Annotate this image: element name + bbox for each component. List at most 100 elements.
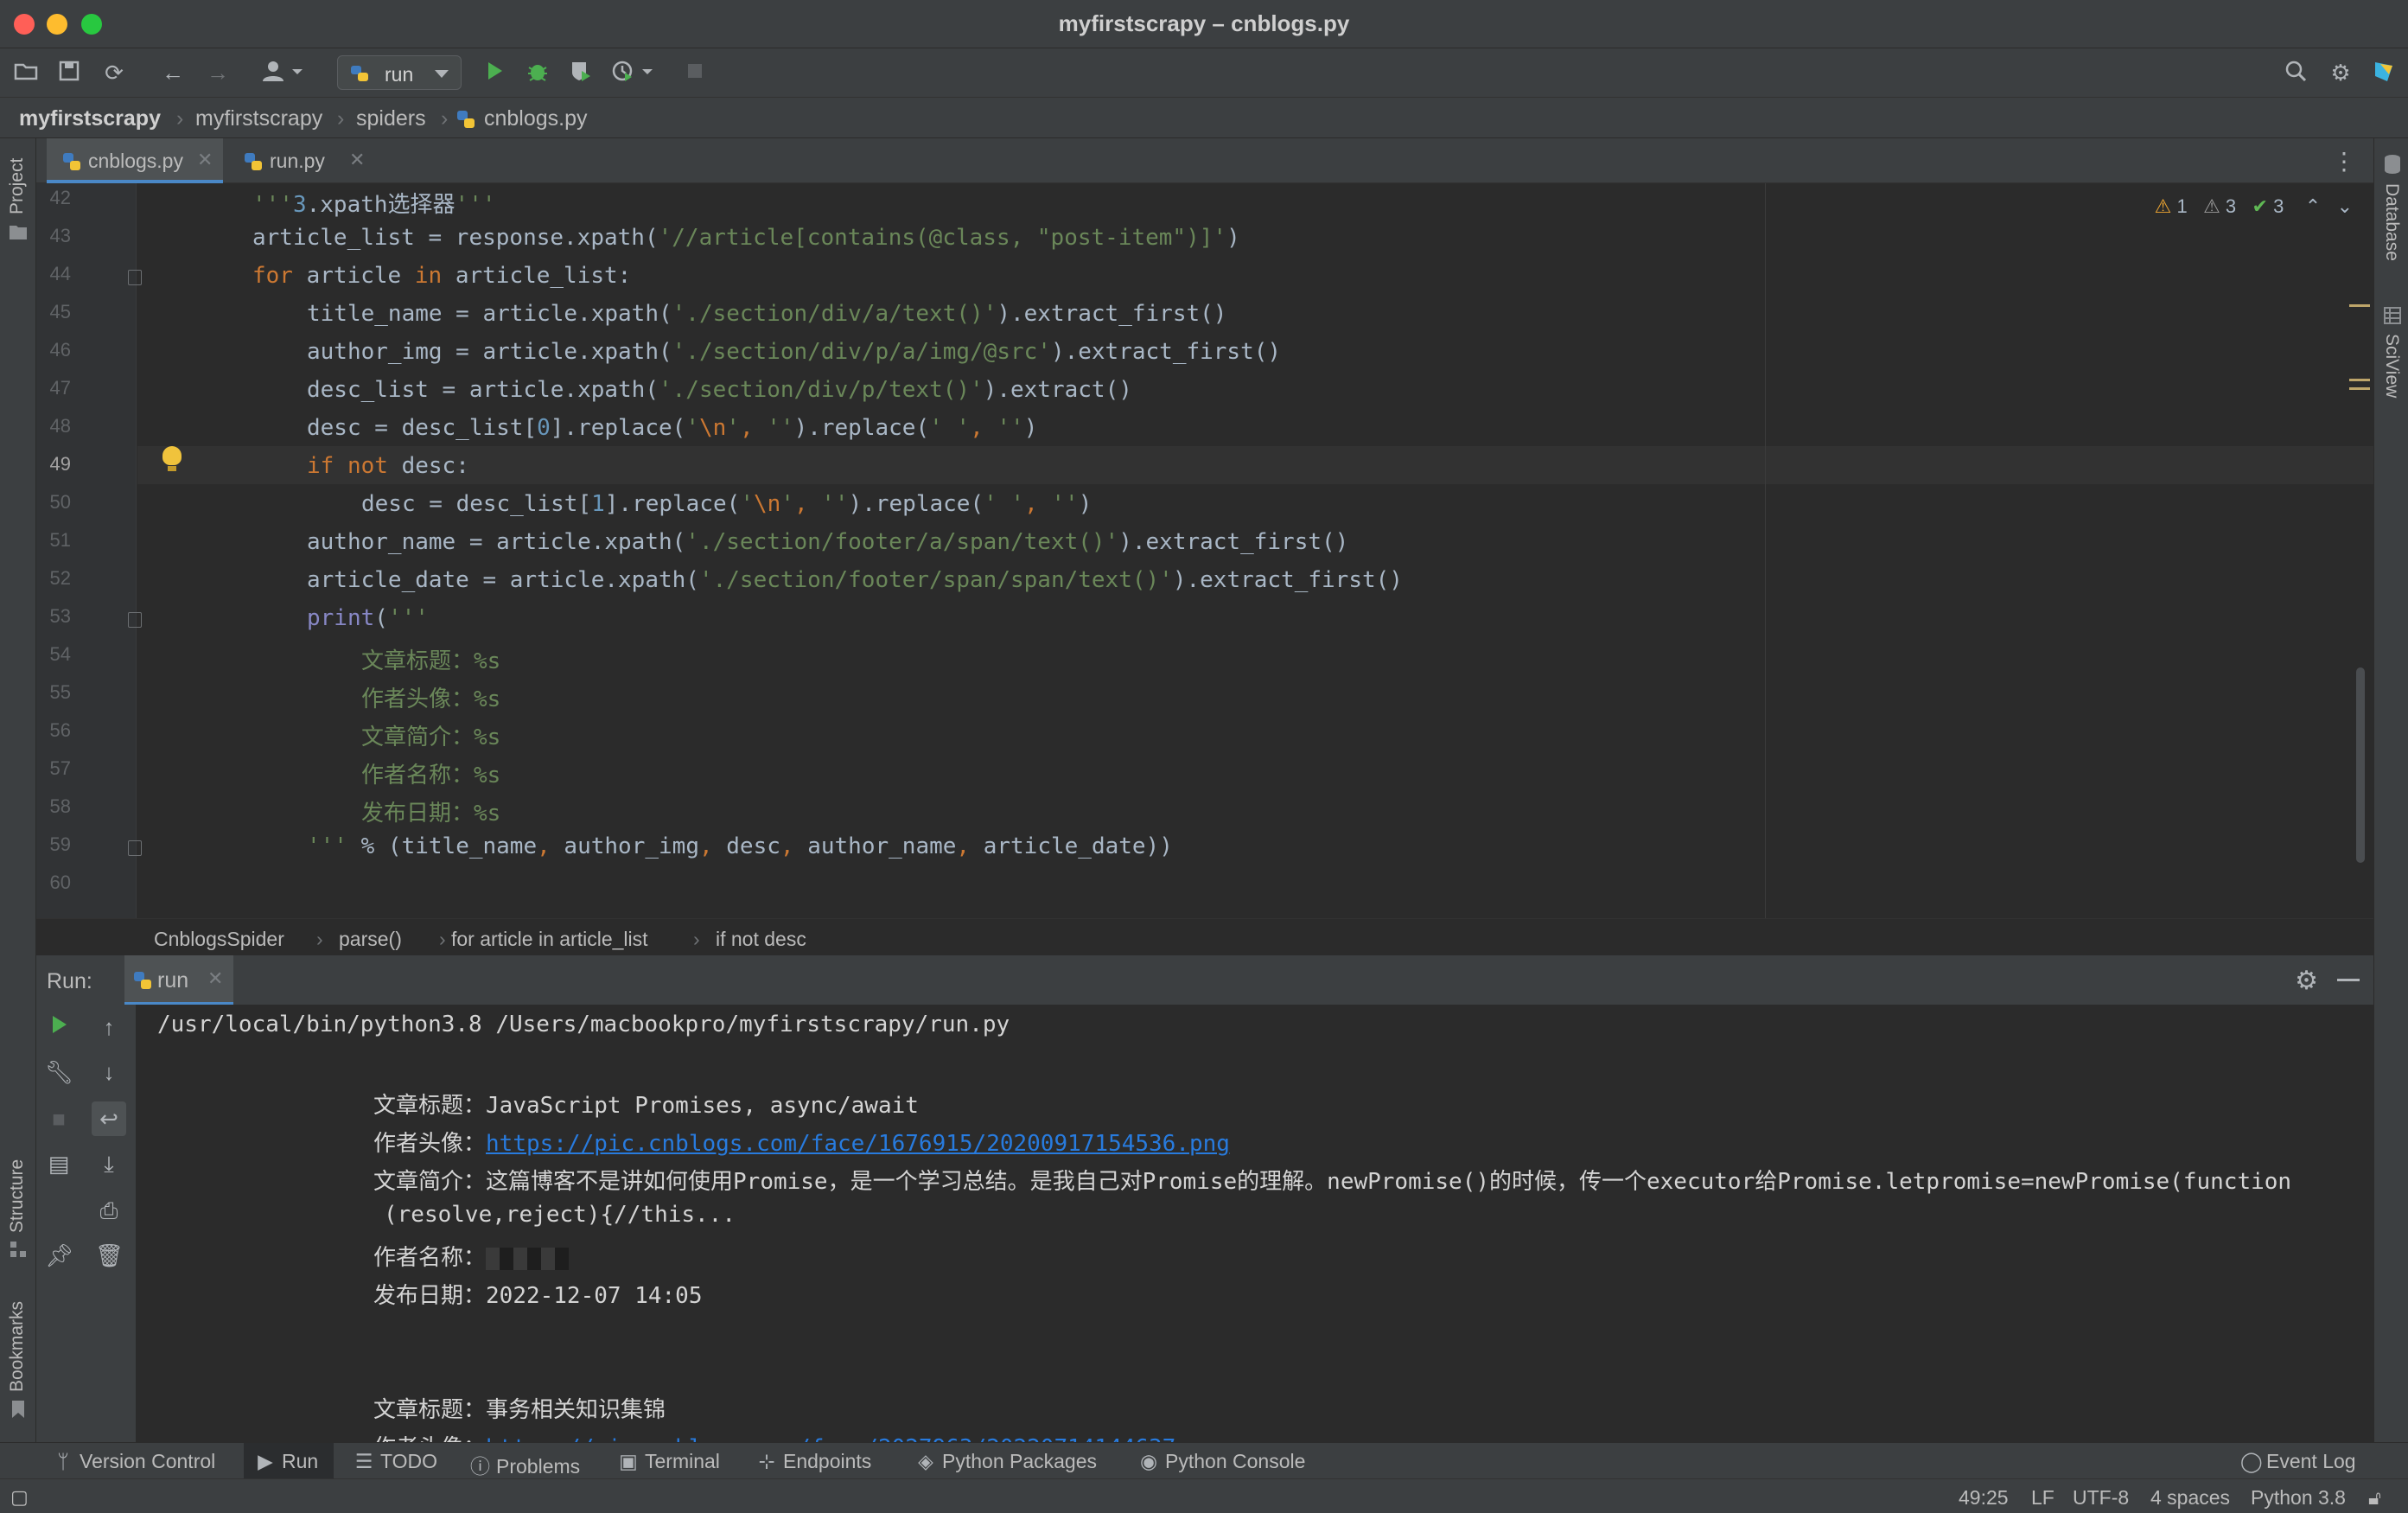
lock-icon[interactable]: 🔓︎ [2368, 1486, 2381, 1510]
wrench-icon[interactable]: 🔧︎ [45, 1058, 73, 1086]
forward-arrow-icon[interactable]: → [204, 59, 232, 86]
run-tool-button[interactable]: ▶ Run [244, 1443, 334, 1479]
close-tab-icon[interactable]: ✕ [197, 149, 213, 171]
hide-panel-icon[interactable] [2337, 979, 2360, 981]
avatar-link[interactable]: https://pic.cnblogs.com/face/2027963/202… [486, 1435, 1230, 1442]
tab-run-py[interactable]: run.py ✕ [228, 138, 392, 183]
previous-highlight-icon[interactable]: ⌃ [2305, 195, 2321, 217]
endpoints-button[interactable]: ⊹ Endpoints [757, 1450, 871, 1473]
profile-icon[interactable] [610, 59, 659, 86]
fold-marker-icon[interactable] [128, 612, 142, 628]
caret-position[interactable]: 49:25 [1959, 1486, 2009, 1510]
python-interpreter[interactable]: Python 3.8 [2251, 1486, 2346, 1510]
code-line: 文章简介：%s [361, 725, 501, 750]
up-arrow-icon[interactable]: ↑ [95, 1013, 123, 1041]
down-arrow-icon[interactable]: ↓ [95, 1058, 123, 1086]
code-line: 作者头像：%s [361, 686, 501, 712]
run-panel-label: Run: [47, 969, 92, 993]
vcs-user-icon[interactable] [259, 59, 309, 86]
back-arrow-icon[interactable]: ← [159, 59, 187, 86]
breadcrumb-project[interactable]: myfirstscrapy [19, 106, 161, 131]
layout-icon[interactable]: ▤ [45, 1150, 73, 1178]
rerun-icon[interactable] [45, 1013, 73, 1041]
status-bar: ▢ 49:25 LF UTF-8 4 spaces Python 3.8 🔓︎ [0, 1478, 2408, 1513]
tool-label: Endpoints [783, 1450, 872, 1472]
crumb-for[interactable]: for article in article_list [451, 928, 648, 951]
synchronize-icon[interactable]: ⟳ [100, 59, 128, 86]
avatar-link[interactable]: https://pic.cnblogs.com/face/1676915/202… [486, 1131, 1230, 1157]
more-options-icon[interactable]: ⋮ [2332, 147, 2356, 176]
console-label: 文章标题： [373, 1093, 487, 1119]
pin-tab-icon[interactable]: 📌︎ [45, 1242, 73, 1269]
code-line: article_list = response.xpath('//article… [252, 225, 1240, 251]
close-tab-icon[interactable]: ✕ [207, 967, 223, 990]
debug-icon[interactable] [524, 59, 551, 86]
fold-marker-icon[interactable] [128, 270, 142, 285]
console-line: 文章简介：这篇博客不是讲如何使用Promise，是一个学习总结。是我自己对Pro… [373, 1164, 2291, 1196]
run-tab[interactable]: run ✕ [124, 955, 233, 1005]
next-highlight-icon[interactable]: ⌄ [2337, 195, 2353, 217]
main-toolbar: ⟳ ← → run ⚙ [0, 48, 2408, 97]
breadcrumb-file[interactable]: cnblogs.py [484, 106, 588, 131]
line-number: 56 [49, 719, 71, 741]
code-editor[interactable]: 42 43 44 45 46 47 48 49 50 51 52 53 54 5… [36, 183, 2373, 918]
database-tool-button[interactable]: Database [2381, 183, 2402, 261]
tool-window-bar: ᛘ Version Control ▶ Run ☰ TODO ⓘ Problems ▣ T… [0, 1442, 2408, 1479]
line-number: 51 [49, 529, 71, 551]
structure-icon [10, 1242, 26, 1257]
crumb-method[interactable]: parse() [339, 928, 402, 951]
run-configuration-select[interactable]: run [337, 55, 462, 90]
line-number: 58 [49, 795, 71, 817]
open-folder-icon[interactable] [12, 59, 40, 86]
crumb-class[interactable]: CnblogsSpider [154, 928, 284, 951]
intention-lightbulb-icon[interactable] [162, 446, 182, 465]
sciview-tool-button[interactable]: SciView [2381, 334, 2402, 398]
error-stripe-mark[interactable] [2349, 304, 2370, 307]
indent-setting[interactable]: 4 spaces [2150, 1486, 2230, 1510]
line-number: 45 [49, 301, 71, 322]
terminal-button[interactable]: ▣ Terminal [619, 1450, 720, 1473]
code-line: 发布日期：%s [361, 801, 501, 827]
problems-button[interactable]: ⓘ Problems [470, 1450, 580, 1479]
soft-wrap-icon[interactable]: ↩ [92, 1101, 126, 1136]
search-icon[interactable] [2282, 59, 2309, 86]
console-output[interactable]: /usr/local/bin/python3.8 /Users/macbookp… [137, 1005, 2373, 1442]
tab-cnblogs-py[interactable]: cnblogs.py ✕ [47, 138, 223, 183]
warning-icon: ⚠ [2154, 195, 2172, 217]
bookmarks-tool-button[interactable]: Bookmarks [7, 1301, 28, 1392]
python-icon [351, 66, 368, 81]
code-line: author_img = article.xpath('./section/di… [307, 339, 1282, 365]
jetbrains-toolbox-icon[interactable] [2370, 59, 2398, 86]
save-all-icon[interactable] [55, 59, 83, 86]
run-with-coverage-icon[interactable] [567, 59, 595, 86]
file-encoding[interactable]: UTF-8 [2073, 1486, 2129, 1510]
settings-gear-icon[interactable]: ⚙ [2295, 966, 2318, 996]
fold-marker-icon[interactable] [128, 840, 142, 856]
python-packages-button[interactable]: ◈ Python Packages [916, 1450, 1097, 1473]
run-icon[interactable] [481, 59, 508, 86]
project-tool-button[interactable]: Project [7, 158, 28, 214]
python-console-button[interactable]: ◉ Python Console [1139, 1450, 1305, 1473]
line-separator[interactable]: LF [2031, 1486, 2054, 1510]
toggle-tool-windows-icon[interactable]: ▢ [10, 1486, 29, 1509]
console-value: JavaScript Promises, async/await [486, 1093, 919, 1119]
event-log-button[interactable]: ◯ Event Log [2240, 1450, 2356, 1473]
stop-icon[interactable]: ■ [45, 1105, 73, 1133]
stop-icon[interactable] [681, 59, 709, 86]
clear-all-icon[interactable]: 🗑︎ [95, 1242, 124, 1269]
crumb-if[interactable]: if not desc [716, 928, 806, 951]
breadcrumb-package[interactable]: myfirstscrapy [195, 106, 322, 131]
settings-gear-icon[interactable]: ⚙ [2327, 59, 2354, 86]
close-tab-icon[interactable]: ✕ [349, 149, 365, 171]
inspection-widget[interactable]: ⚠ 1 ⚠ 3 ✔ 3 ⌃ ⌄ [2155, 195, 2353, 218]
structure-tool-button[interactable]: Structure [7, 1159, 28, 1233]
todo-button[interactable]: ☰ TODO [354, 1450, 437, 1473]
print-icon[interactable]: ⎙ [95, 1197, 123, 1224]
error-stripe-mark[interactable] [2349, 379, 2370, 381]
error-stripe-mark[interactable] [2349, 387, 2370, 390]
version-control-button[interactable]: ᛘ Version Control [54, 1450, 215, 1473]
database-icon [2385, 155, 2400, 174]
scroll-to-end-icon[interactable]: ⤓ [95, 1150, 123, 1178]
editor-scrollbar[interactable] [2356, 667, 2365, 863]
breadcrumb-folder[interactable]: spiders [356, 106, 426, 131]
